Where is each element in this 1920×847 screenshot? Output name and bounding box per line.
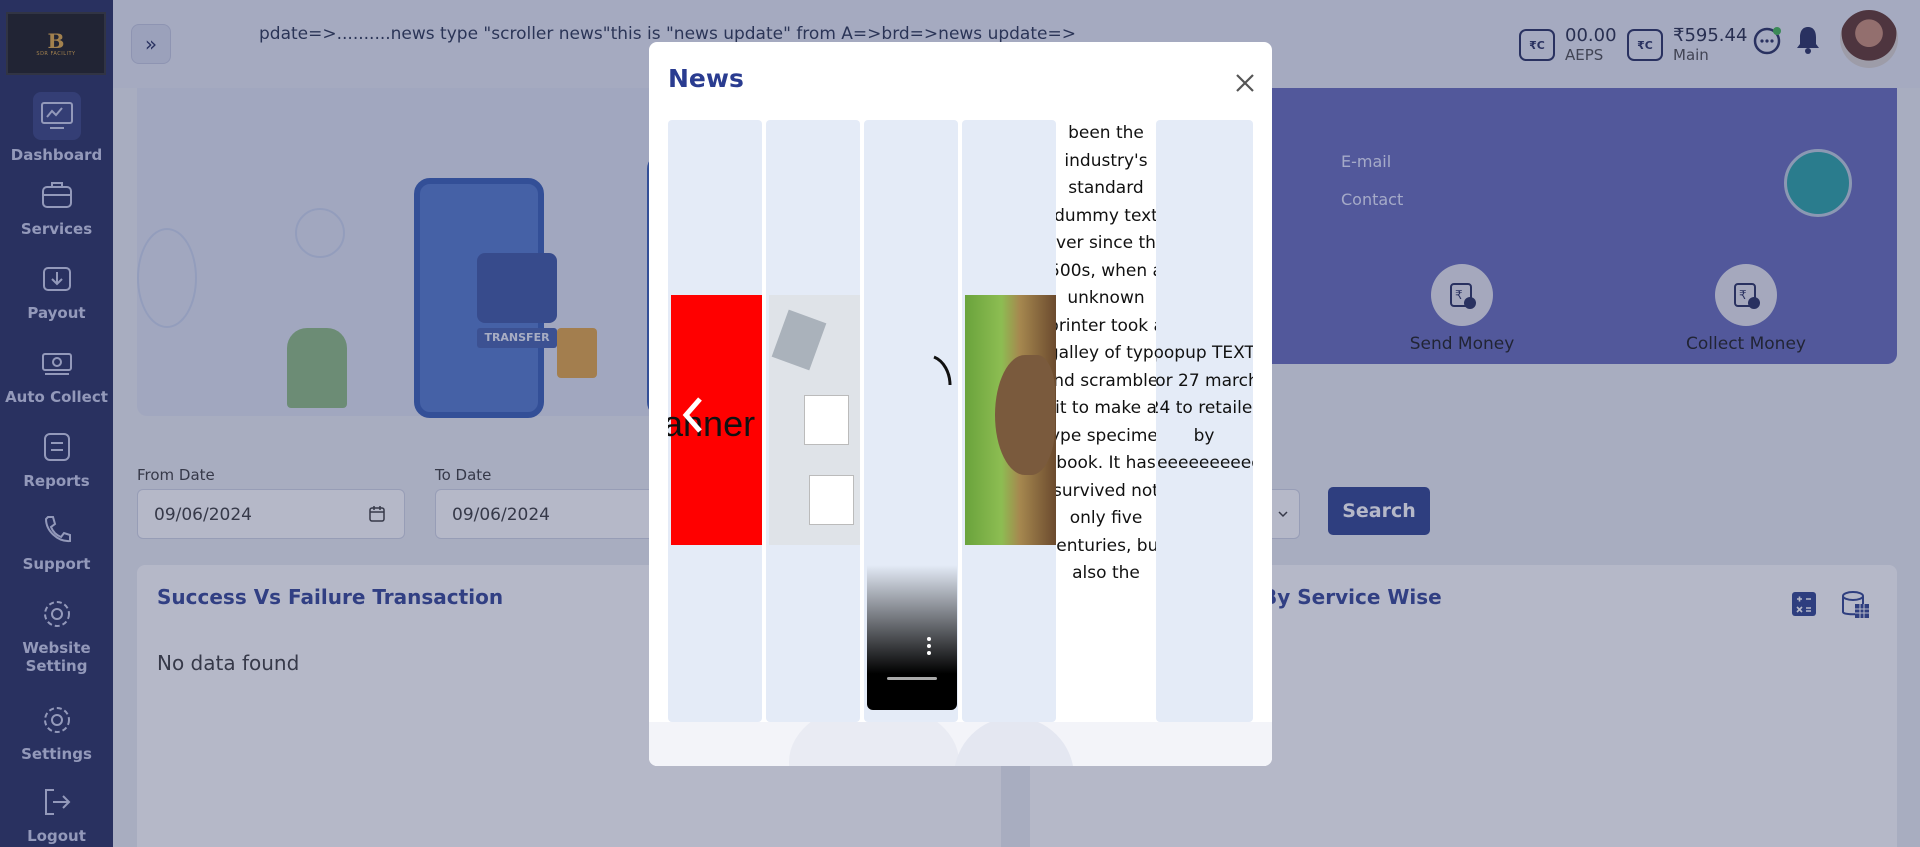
news-modal: News anner been the industry's standard … bbox=[649, 42, 1272, 766]
chevron-left-icon[interactable] bbox=[680, 395, 704, 435]
news-carousel: anner been the industry's standard dummy… bbox=[668, 120, 1253, 722]
modal-title: News bbox=[668, 64, 744, 93]
loading-spinner-icon bbox=[933, 355, 952, 386]
news-slide[interactable] bbox=[766, 120, 860, 722]
bird-image bbox=[965, 295, 1056, 545]
close-icon[interactable] bbox=[1230, 68, 1260, 98]
news-article-text: been the industry's standard dummy text … bbox=[1056, 120, 1156, 722]
news-slide[interactable] bbox=[864, 120, 958, 722]
modal-footer bbox=[649, 722, 1272, 766]
more-vertical-icon[interactable] bbox=[925, 635, 933, 657]
article-text: been the industry's standard dummy text … bbox=[1056, 123, 1156, 583]
popup-text: popup TEXT for 27 march 24 to retailer b… bbox=[1156, 343, 1253, 473]
photo-collage-image bbox=[769, 295, 860, 545]
news-slide[interactable] bbox=[962, 120, 1056, 722]
video-progress-bar[interactable] bbox=[887, 677, 937, 680]
video-player[interactable] bbox=[867, 565, 957, 710]
news-slide[interactable]: popup TEXT for 27 march 24 to retailer b… bbox=[1156, 120, 1253, 722]
